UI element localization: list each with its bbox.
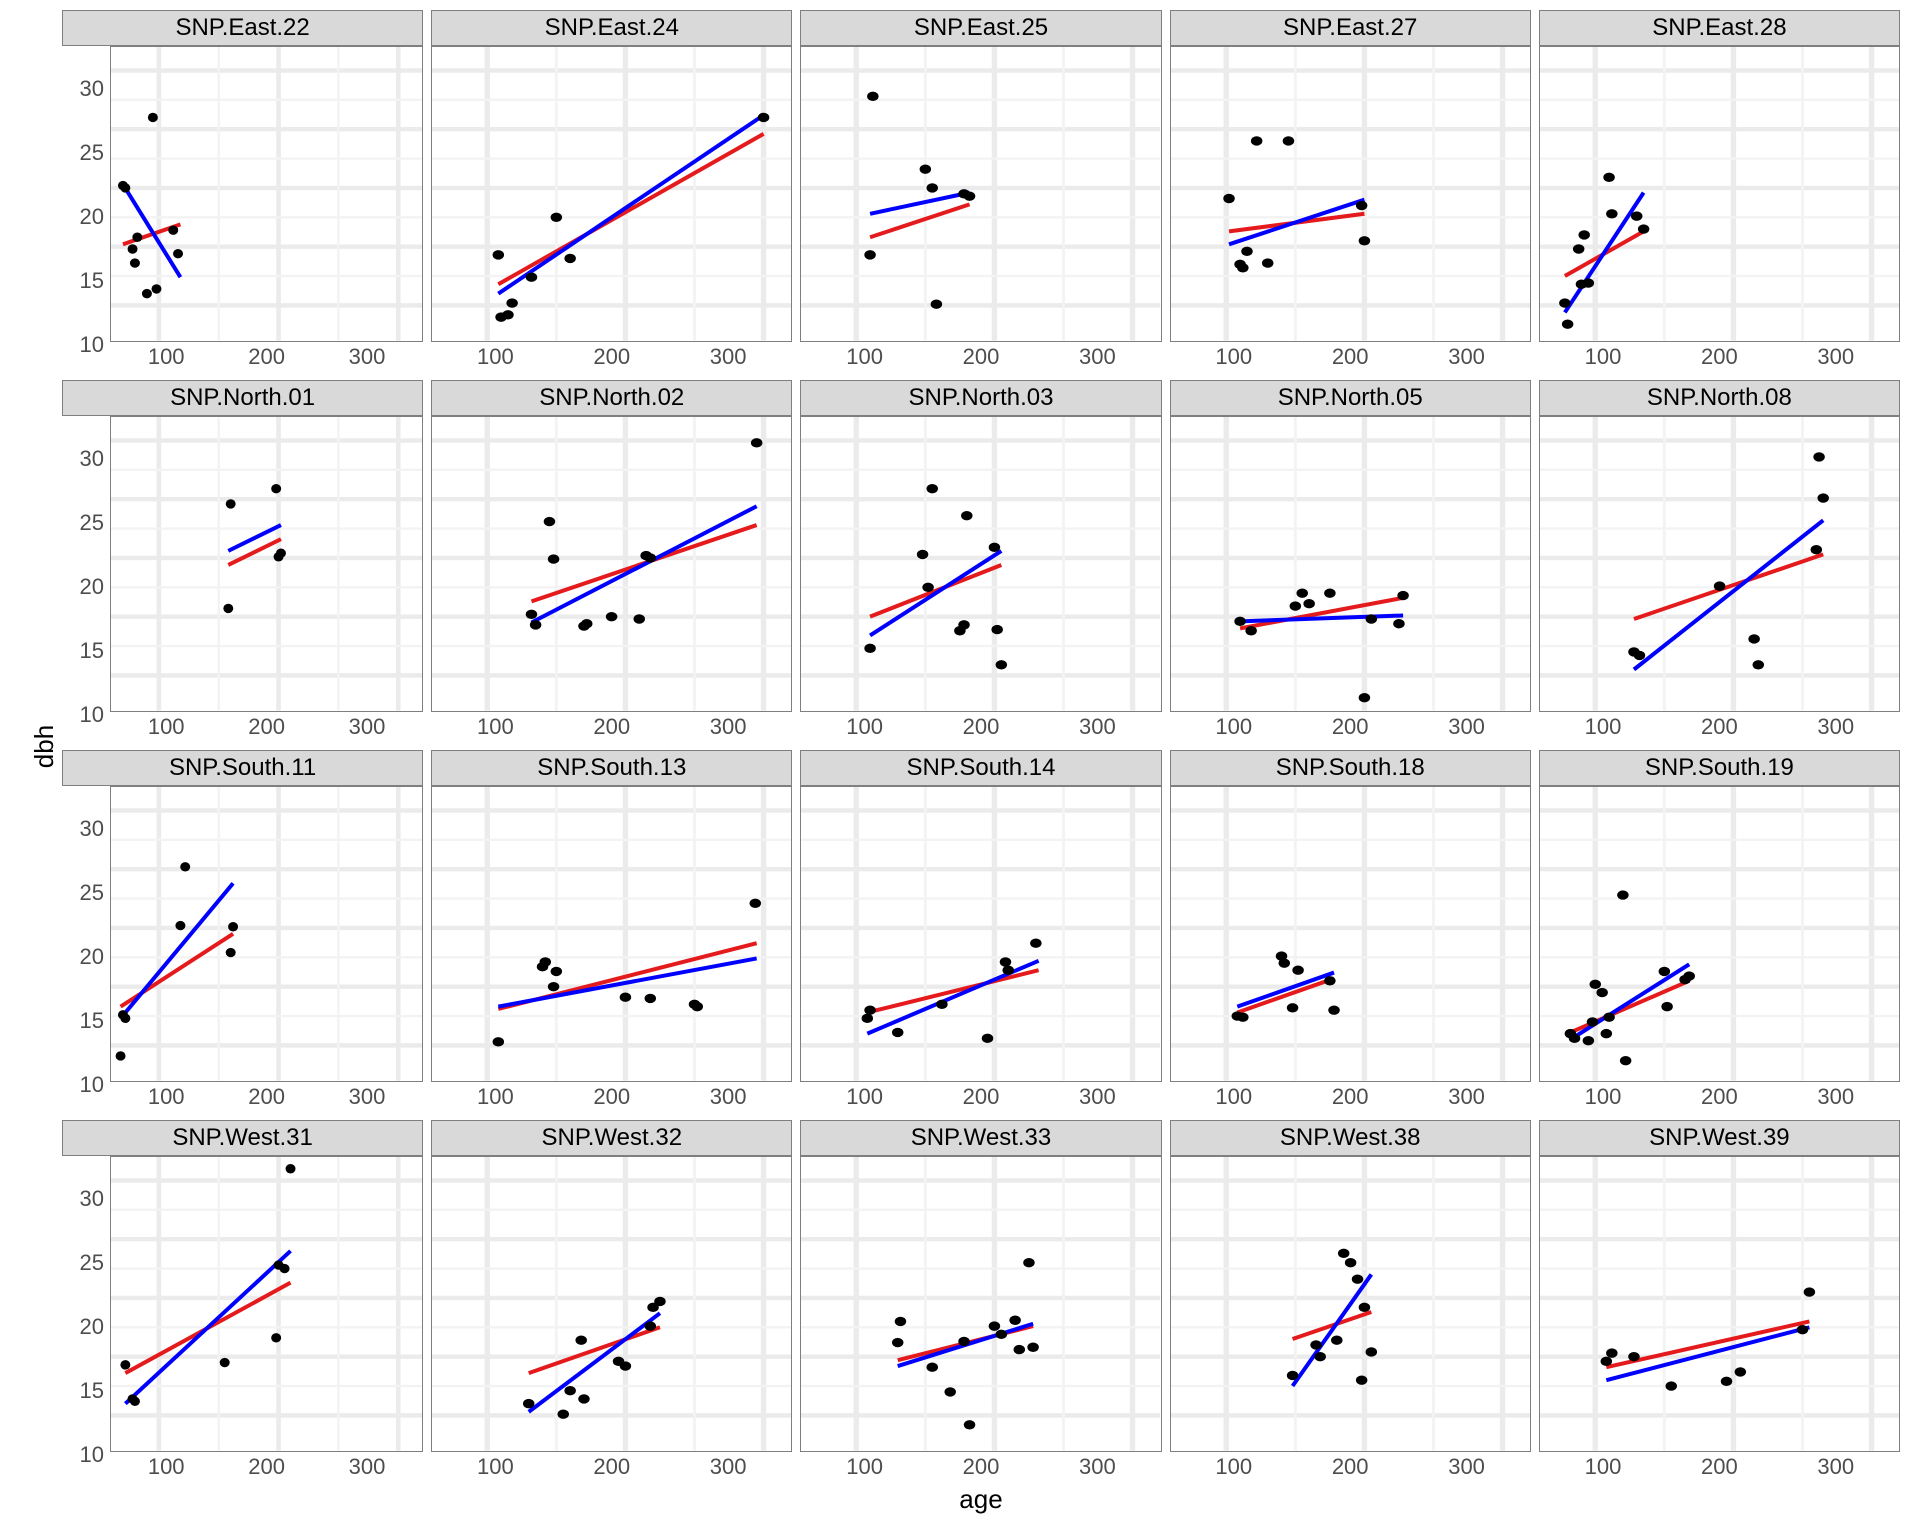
plot-panel (1539, 786, 1900, 1082)
plot-panel (1170, 786, 1531, 1082)
facet-panel: SNP.North.013025201510100200300 (62, 380, 423, 742)
plot-panel (1170, 1156, 1531, 1452)
facet-panel: SNP.West.32 100200300 (431, 1120, 792, 1482)
facet-panel: SNP.North.08 100200300 (1539, 380, 1900, 742)
plot-panel (431, 1156, 792, 1452)
plot-panel (431, 786, 792, 1082)
facet-panel: SNP.West.33 100200300 (800, 1120, 1161, 1482)
facet-strip: SNP.West.31 (62, 1120, 423, 1156)
plot-panel (1539, 46, 1900, 342)
plot-panel (800, 1156, 1161, 1452)
facet-strip: SNP.East.28 (1539, 10, 1900, 46)
y-ticks: 3025201510 (62, 416, 110, 742)
x-axis-label: age (62, 1482, 1900, 1516)
facet-strip: SNP.North.02 (431, 380, 792, 416)
facet-panel: SNP.East.24 100200300 (431, 10, 792, 372)
x-ticks: 100200300 (431, 712, 792, 742)
plot-panel (1539, 1156, 1900, 1452)
x-ticks: 100200300 (110, 342, 423, 372)
facet-panel: SNP.East.28 100200300 (1539, 10, 1900, 372)
x-ticks: 100200300 (1170, 1452, 1531, 1482)
plot-panel (800, 786, 1161, 1082)
y-ticks: 3025201510 (62, 46, 110, 372)
plot-panel (1539, 416, 1900, 712)
x-ticks: 100200300 (1539, 1452, 1900, 1482)
x-ticks: 100200300 (800, 1452, 1161, 1482)
facet-strip: SNP.East.24 (431, 10, 792, 46)
plot-panel (110, 416, 423, 712)
x-ticks: 100200300 (110, 712, 423, 742)
facet-panel: SNP.North.05 100200300 (1170, 380, 1531, 742)
facet-strip: SNP.East.27 (1170, 10, 1531, 46)
facet-strip: SNP.North.01 (62, 380, 423, 416)
facet-panel: SNP.North.03 100200300 (800, 380, 1161, 742)
plot-panel (800, 416, 1161, 712)
facet-strip: SNP.South.18 (1170, 750, 1531, 786)
x-ticks: 100200300 (110, 1082, 423, 1112)
facet-panel: SNP.West.313025201510100200300 (62, 1120, 423, 1482)
x-ticks: 100200300 (800, 712, 1161, 742)
x-ticks: 100200300 (431, 342, 792, 372)
x-ticks: 100200300 (1539, 1082, 1900, 1112)
y-ticks: 3025201510 (62, 786, 110, 1112)
x-ticks: 100200300 (1539, 342, 1900, 372)
x-ticks: 100200300 (431, 1082, 792, 1112)
facet-strip: SNP.North.05 (1170, 380, 1531, 416)
facet-panel: SNP.North.02 100200300 (431, 380, 792, 742)
x-ticks: 100200300 (1170, 342, 1531, 372)
facet-strip: SNP.South.11 (62, 750, 423, 786)
x-ticks: 100200300 (1539, 712, 1900, 742)
facet-panel: SNP.West.38 100200300 (1170, 1120, 1531, 1482)
x-ticks: 100200300 (1170, 712, 1531, 742)
y-axis-label: dbh (28, 10, 62, 1482)
plot-panel (1170, 416, 1531, 712)
facet-strip: SNP.East.25 (800, 10, 1161, 46)
facet-panel: SNP.East.25 100200300 (800, 10, 1161, 372)
plot-panel (110, 786, 423, 1082)
facet-panel: SNP.South.19 100200300 (1539, 750, 1900, 1112)
facet-panel: SNP.South.18 100200300 (1170, 750, 1531, 1112)
plot-panel (110, 46, 423, 342)
facet-panel: SNP.South.13 100200300 (431, 750, 792, 1112)
facet-panel: SNP.West.39 100200300 (1539, 1120, 1900, 1482)
facet-grid: SNP.East.223025201510100200300SNP.East.2… (62, 10, 1900, 1482)
facet-strip: SNP.South.13 (431, 750, 792, 786)
facet-strip: SNP.South.14 (800, 750, 1161, 786)
facet-strip: SNP.South.19 (1539, 750, 1900, 786)
facet-strip: SNP.West.32 (431, 1120, 792, 1156)
x-ticks: 100200300 (800, 342, 1161, 372)
facet-panel: SNP.East.223025201510100200300 (62, 10, 423, 372)
plot-panel (431, 416, 792, 712)
plot-panel (110, 1156, 423, 1452)
plot-panel (431, 46, 792, 342)
facet-strip: SNP.North.03 (800, 380, 1161, 416)
facet-strip: SNP.West.33 (800, 1120, 1161, 1156)
facet-panel: SNP.South.113025201510100200300 (62, 750, 423, 1112)
facet-strip: SNP.East.22 (62, 10, 423, 46)
facet-panel: SNP.South.14 100200300 (800, 750, 1161, 1112)
facet-strip: SNP.West.39 (1539, 1120, 1900, 1156)
y-ticks: 3025201510 (62, 1156, 110, 1482)
x-ticks: 100200300 (431, 1452, 792, 1482)
plot-panel (1170, 46, 1531, 342)
x-ticks: 100200300 (110, 1452, 423, 1482)
facet-strip: SNP.West.38 (1170, 1120, 1531, 1156)
facet-chart: dbh SNP.East.223025201510100200300SNP.Ea… (0, 0, 1920, 1536)
plot-panel (800, 46, 1161, 342)
facet-panel: SNP.East.27 100200300 (1170, 10, 1531, 372)
x-ticks: 100200300 (800, 1082, 1161, 1112)
x-ticks: 100200300 (1170, 1082, 1531, 1112)
facet-strip: SNP.North.08 (1539, 380, 1900, 416)
